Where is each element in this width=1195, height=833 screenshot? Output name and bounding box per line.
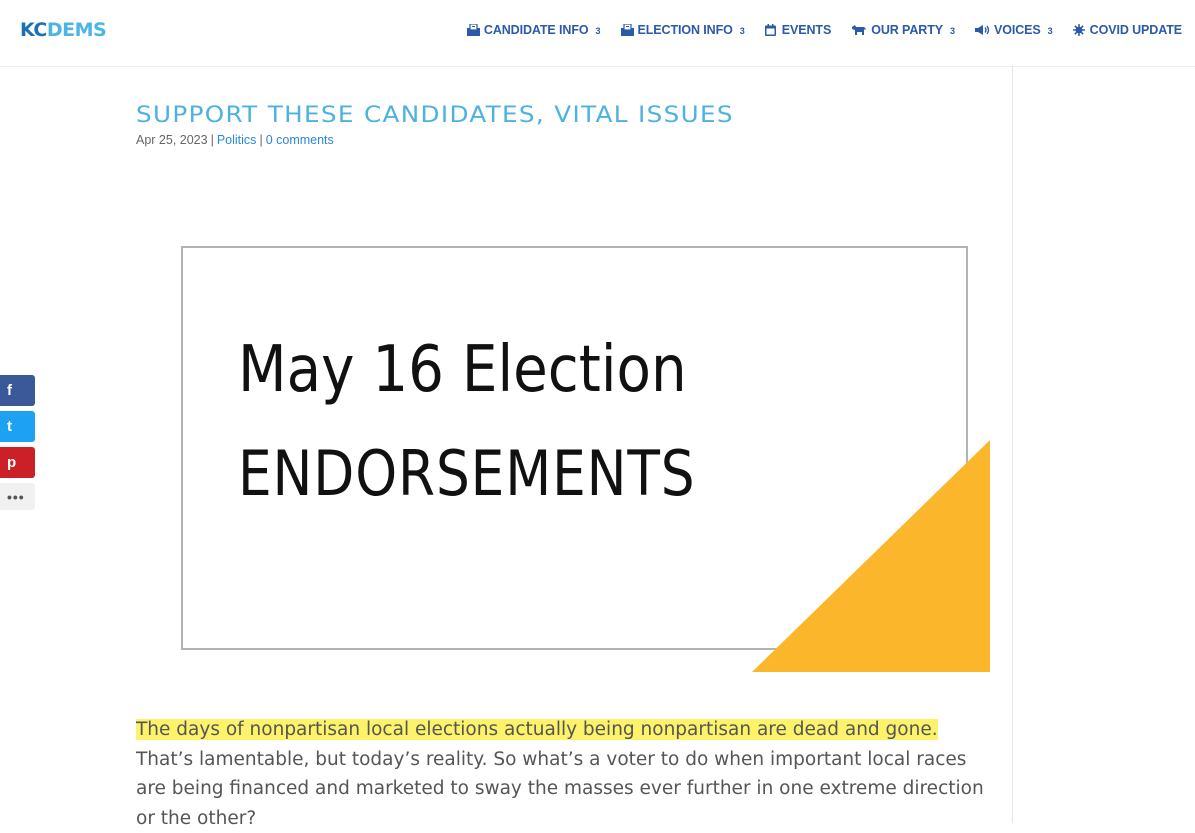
ballot-icon <box>466 23 480 36</box>
post-title: Support these candidates, vital issues <box>136 102 734 128</box>
intro-text: That’s lamentable, but today’s reality. … <box>136 748 984 829</box>
nav-events[interactable]: EVENTS <box>764 23 832 37</box>
pinterest-icon: p <box>7 454 17 471</box>
logo-kc: KC <box>20 19 47 41</box>
more-icon: ••• <box>7 488 25 505</box>
ballot-icon <box>620 23 634 36</box>
chevron-down-icon: 3 <box>739 26 745 36</box>
sidebar-divider <box>1012 66 1013 823</box>
highlighted-text: The days of nonpartisan local elections … <box>136 719 938 740</box>
meta-separator: | <box>210 133 214 147</box>
chevron-down-icon: 3 <box>950 26 956 36</box>
social-share-bar: f t p ••• <box>0 375 35 515</box>
nav-label: VOICES <box>994 23 1041 37</box>
logo-dems: DEMS <box>46 19 107 41</box>
facebook-share-button[interactable]: f <box>0 375 35 406</box>
post-intro: The days of nonpartisan local elections … <box>136 715 986 833</box>
chevron-down-icon: 3 <box>595 26 601 36</box>
post-meta: Apr 25, 2023 | Politics | 0 comments <box>136 133 334 147</box>
nav-our-party[interactable]: OUR PARTY 3 <box>851 23 955 37</box>
category-link[interactable]: Politics <box>217 133 257 147</box>
donkey-icon <box>851 24 867 36</box>
virus-icon <box>1072 24 1086 36</box>
nav-label: OUR PARTY <box>871 23 943 37</box>
twitter-icon: t <box>7 418 12 435</box>
nav-candidate-info[interactable]: CANDIDATE INFO 3 <box>466 23 601 37</box>
chevron-down-icon: 3 <box>1047 26 1053 36</box>
pinterest-share-button[interactable]: p <box>0 447 35 478</box>
post-date: Apr 25, 2023 <box>136 133 208 147</box>
image-heading-line2: ENDORSEMENTS <box>238 437 696 510</box>
nav-covid-update[interactable]: COVID UPDATE <box>1072 23 1182 37</box>
nav-label: ELECTION INFO <box>637 23 733 37</box>
calendar-icon <box>764 24 778 36</box>
nav-voices[interactable]: VOICES 3 <box>975 23 1053 37</box>
site-header: KCDEMS CANDIDATE INFO 3 ELECTION INFO 3 … <box>0 0 1195 66</box>
main-nav: CANDIDATE INFO 3 ELECTION INFO 3 EVENTS … <box>447 19 1182 41</box>
more-share-button[interactable]: ••• <box>0 483 35 510</box>
nav-label: EVENTS <box>781 23 832 37</box>
meta-separator: | <box>259 133 263 147</box>
featured-image: May 16 Election ENDORSEMENTS <box>150 225 990 672</box>
nav-election-info[interactable]: ELECTION INFO 3 <box>620 23 745 37</box>
nav-label: COVID UPDATE <box>1089 23 1182 37</box>
site-logo[interactable]: KCDEMS <box>20 19 107 41</box>
twitter-share-button[interactable]: t <box>0 411 35 442</box>
megaphone-icon <box>975 24 990 36</box>
comments-link[interactable]: 0 comments <box>266 133 334 147</box>
facebook-icon: f <box>7 382 12 399</box>
image-heading-line1: May 16 Election <box>238 333 687 407</box>
nav-label: CANDIDATE INFO <box>483 23 589 37</box>
